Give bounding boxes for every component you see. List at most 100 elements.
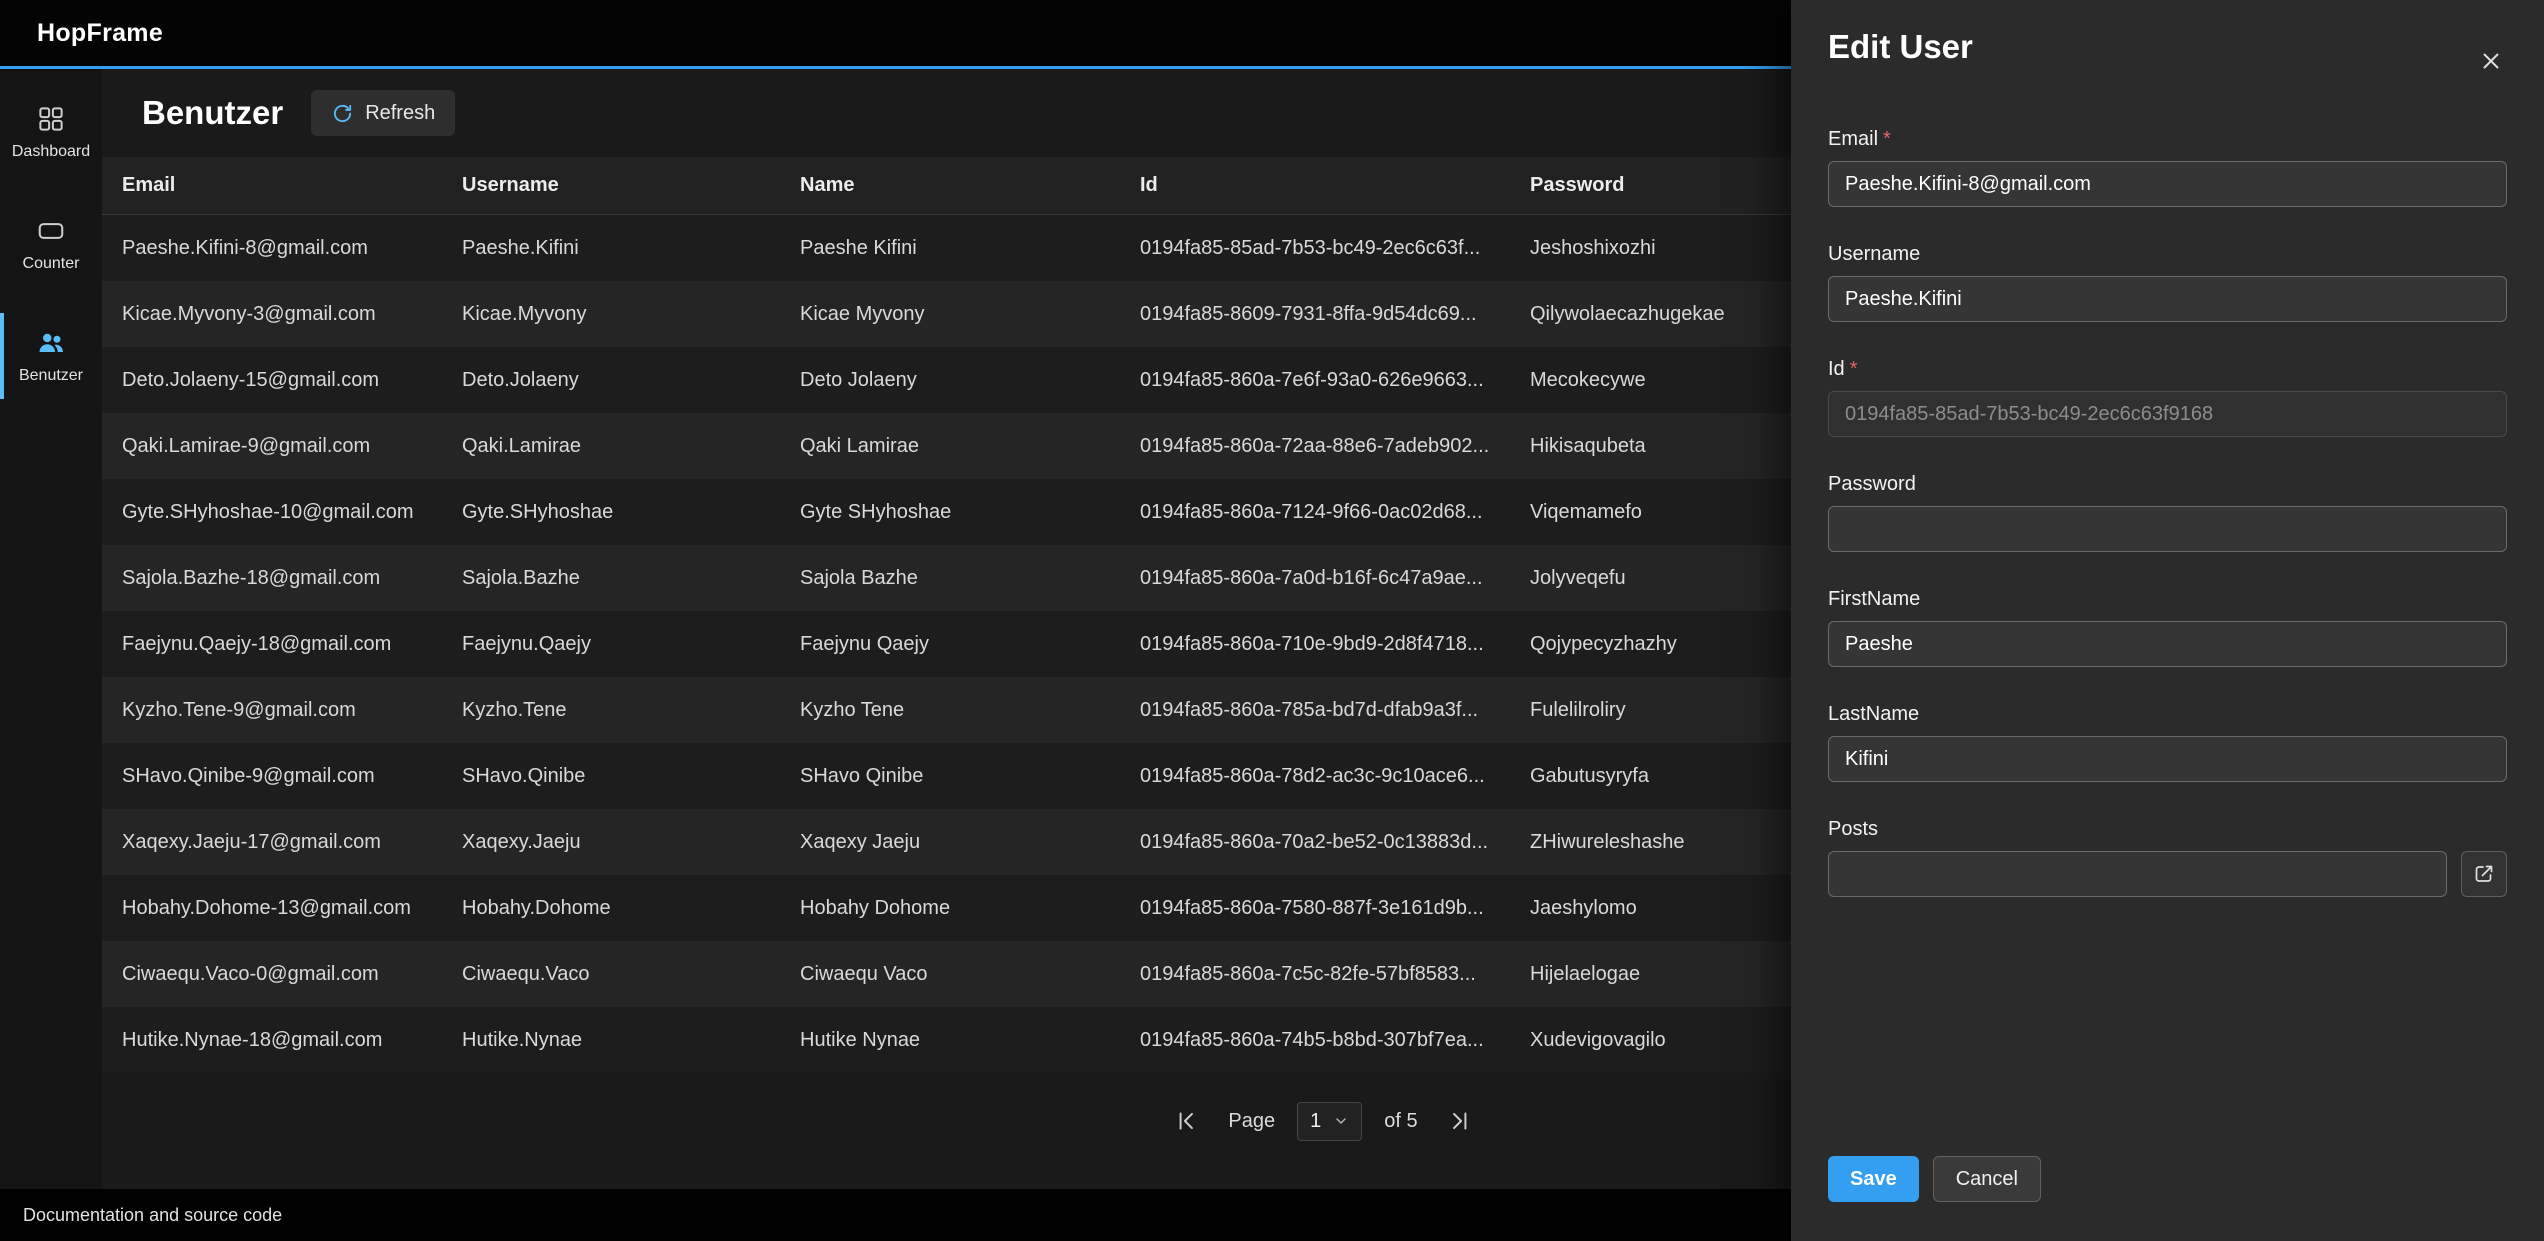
email-field[interactable] xyxy=(1828,161,2507,207)
cell-email: Deto.Jolaeny-15@gmail.com xyxy=(122,369,462,392)
cell-id: 0194fa85-85ad-7b53-bc49-2ec6c63f... xyxy=(1140,237,1530,260)
cell-id: 0194fa85-860a-7c5c-82fe-57bf8583... xyxy=(1140,963,1530,986)
cell-email: SHavo.Qinibe-9@gmail.com xyxy=(122,765,462,788)
cell-name: Paeshe Kifini xyxy=(800,237,1140,260)
cell-name: Sajola Bazhe xyxy=(800,567,1140,590)
cell-email: Kyzho.Tene-9@gmail.com xyxy=(122,699,462,722)
close-button[interactable] xyxy=(2470,40,2512,82)
go-to-last-page-icon xyxy=(1447,1108,1473,1134)
cell-username: Gyte.SHyhoshae xyxy=(462,501,800,524)
total-pages: 5 xyxy=(1406,1110,1417,1132)
cell-email: Faejynu.Qaejy-18@gmail.com xyxy=(122,633,462,656)
edit-user-panel: Edit User Email* Username Id* Password F… xyxy=(1791,0,2544,1241)
of-total-pages: of 5 xyxy=(1384,1110,1417,1133)
cell-id: 0194fa85-860a-7a0d-b16f-6c47a9ae... xyxy=(1140,567,1530,590)
cell-name: Deto Jolaeny xyxy=(800,369,1140,392)
cell-id: 0194fa85-860a-710e-9bd9-2d8f4718... xyxy=(1140,633,1530,656)
refresh-button[interactable]: Refresh xyxy=(311,90,455,136)
column-header-id[interactable]: Id xyxy=(1140,174,1530,197)
firstname-field[interactable] xyxy=(1828,621,2507,667)
cell-username: SHavo.Qinibe xyxy=(462,765,800,788)
column-header-name[interactable]: Name xyxy=(800,174,1140,197)
lastname-label: LastName xyxy=(1828,703,1919,725)
lastname-field[interactable] xyxy=(1828,736,2507,782)
cell-name: Hobahy Dohome xyxy=(800,897,1140,920)
cell-id: 0194fa85-860a-7580-887f-3e161d9b... xyxy=(1140,897,1530,920)
people-icon xyxy=(36,328,66,358)
id-field xyxy=(1828,391,2507,437)
field-lastname: LastName xyxy=(1828,703,2507,782)
password-field[interactable] xyxy=(1828,506,2507,552)
cell-username: Ciwaequ.Vaco xyxy=(462,963,800,986)
cell-email: Hutike.Nynae-18@gmail.com xyxy=(122,1029,462,1052)
password-label: Password xyxy=(1828,473,1916,495)
cell-id: 0194fa85-860a-785a-bd7d-dfab9a3f... xyxy=(1140,699,1530,722)
cell-name: Hutike Nynae xyxy=(800,1029,1140,1052)
cell-username: Deto.Jolaeny xyxy=(462,369,800,392)
field-username: Username xyxy=(1828,243,2507,322)
cell-name: Qaki Lamirae xyxy=(800,435,1140,458)
go-to-first-page-icon xyxy=(1173,1108,1199,1134)
cell-username: Qaki.Lamirae xyxy=(462,435,800,458)
cell-username: Kicae.Myvony xyxy=(462,303,800,326)
cell-id: 0194fa85-860a-7e6f-93a0-626e9663... xyxy=(1140,369,1530,392)
panel-title: Edit User xyxy=(1828,28,2507,66)
refresh-icon xyxy=(331,102,354,125)
cell-username: Hobahy.Dohome xyxy=(462,897,800,920)
cancel-button[interactable]: Cancel xyxy=(1933,1156,2041,1202)
sidebar-item-benutzer[interactable]: Benutzer xyxy=(0,313,102,399)
cell-id: 0194fa85-860a-72aa-88e6-7adeb902... xyxy=(1140,435,1530,458)
sidebar-item-dashboard[interactable]: Dashboard xyxy=(0,89,102,175)
cell-username: Xaqexy.Jaeju xyxy=(462,831,800,854)
refresh-label: Refresh xyxy=(365,102,435,125)
cell-username: Paeshe.Kifini xyxy=(462,237,800,260)
footer-link[interactable]: Documentation and source code xyxy=(23,1205,282,1226)
cell-name: Gyte SHyhoshae xyxy=(800,501,1140,524)
open-posts-button[interactable] xyxy=(2461,851,2507,897)
last-page-button[interactable] xyxy=(1440,1101,1480,1141)
page-label: Page xyxy=(1228,1110,1275,1133)
cell-email: Xaqexy.Jaeju-17@gmail.com xyxy=(122,831,462,854)
cell-name: Kicae Myvony xyxy=(800,303,1140,326)
field-email: Email* xyxy=(1828,128,2507,207)
sidebar: Dashboard Counter Benutzer xyxy=(0,69,102,1189)
column-header-email[interactable]: Email xyxy=(122,174,462,197)
cell-name: Xaqexy Jaeju xyxy=(800,831,1140,854)
posts-label: Posts xyxy=(1828,818,1878,840)
field-firstname: FirstName xyxy=(1828,588,2507,667)
cell-name: Ciwaequ Vaco xyxy=(800,963,1140,986)
close-icon xyxy=(2478,48,2504,74)
required-asterisk: * xyxy=(1883,128,1891,150)
email-label: Email xyxy=(1828,128,1878,150)
cell-name: SHavo Qinibe xyxy=(800,765,1140,788)
cell-id: 0194fa85-8609-7931-8ffa-9d54dc69... xyxy=(1140,303,1530,326)
cell-email: Ciwaequ.Vaco-0@gmail.com xyxy=(122,963,462,986)
cell-name: Kyzho Tene xyxy=(800,699,1140,722)
id-label: Id xyxy=(1828,358,1845,380)
sidebar-item-label: Benutzer xyxy=(19,367,83,385)
cell-username: Kyzho.Tene xyxy=(462,699,800,722)
username-label: Username xyxy=(1828,243,1920,265)
required-asterisk: * xyxy=(1850,358,1858,380)
posts-field[interactable] xyxy=(1828,851,2447,897)
cell-email: Gyte.SHyhoshae-10@gmail.com xyxy=(122,501,462,524)
field-password: Password xyxy=(1828,473,2507,552)
sidebar-item-counter[interactable]: Counter xyxy=(0,201,102,287)
cell-username: Sajola.Bazhe xyxy=(462,567,800,590)
save-button[interactable]: Save xyxy=(1828,1156,1919,1202)
app-window: HopFrame Dashboard Counter xyxy=(0,0,2544,1241)
grid-icon xyxy=(36,104,66,134)
field-posts: Posts xyxy=(1828,818,2507,897)
first-page-button[interactable] xyxy=(1166,1101,1206,1141)
firstname-label: FirstName xyxy=(1828,588,1920,610)
chevron-down-icon xyxy=(1333,1113,1349,1129)
app-title: HopFrame xyxy=(37,19,163,48)
current-page: 1 xyxy=(1310,1110,1321,1133)
cell-username: Hutike.Nynae xyxy=(462,1029,800,1052)
field-id: Id* xyxy=(1828,358,2507,437)
cell-email: Hobahy.Dohome-13@gmail.com xyxy=(122,897,462,920)
page-number-select[interactable]: 1 xyxy=(1297,1102,1362,1141)
column-header-username[interactable]: Username xyxy=(462,174,800,197)
username-field[interactable] xyxy=(1828,276,2507,322)
sidebar-item-label: Dashboard xyxy=(12,143,90,161)
